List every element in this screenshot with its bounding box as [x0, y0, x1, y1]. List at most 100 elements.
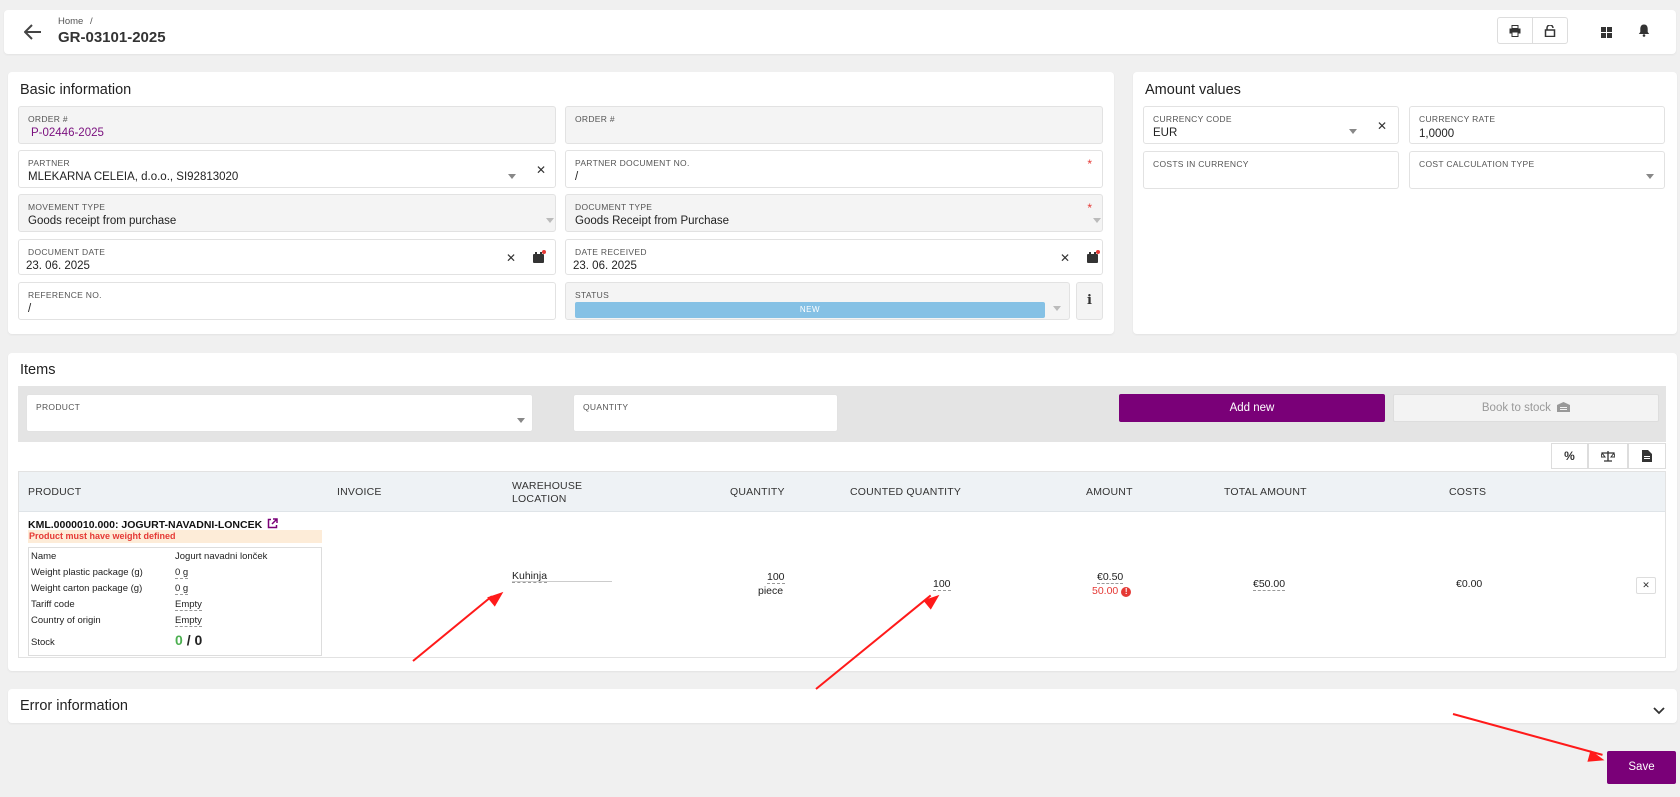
column-warehouse-1[interactable]: WAREHOUSE — [512, 480, 582, 492]
document-type-chevron-down-icon[interactable] — [1093, 218, 1101, 223]
document-date-label: DOCUMENT DATE — [28, 247, 106, 257]
status-select[interactable]: STATUS NEW — [565, 282, 1070, 320]
currency-code-value: EUR — [1153, 127, 1178, 139]
required-marker: * — [1087, 157, 1092, 171]
cost-calculation-type-label: COST CALCULATION TYPE — [1419, 159, 1535, 169]
document-date-field[interactable]: DOCUMENT DATE 23. 06. 2025 ✕ — [18, 239, 556, 275]
order-label-2: ORDER # — [575, 114, 615, 124]
chevron-down-icon[interactable] — [1653, 702, 1665, 715]
status-label: STATUS — [575, 290, 610, 300]
reference-no-field[interactable]: REFERENCE NO. / — [18, 282, 556, 320]
stock-available: 0 — [175, 632, 183, 648]
partner-chevron-down-icon[interactable] — [508, 174, 516, 179]
cost-calculation-type-select[interactable]: COST CALCULATION TYPE — [1409, 151, 1665, 189]
partner-document-value: / — [575, 171, 579, 183]
detail-name: Name — [31, 551, 56, 562]
items-card: Items PRODUCT QUANTITY Add new Book to s… — [8, 353, 1677, 671]
order-field-2[interactable]: ORDER # — [565, 106, 1103, 144]
scale-button[interactable] — [1588, 443, 1628, 469]
percent-button[interactable]: % — [1551, 443, 1588, 469]
movement-chevron-down-icon[interactable] — [546, 218, 554, 223]
amount-value[interactable]: €0.50 — [1097, 571, 1124, 584]
document-type-value: Goods Receipt from Purchase — [575, 215, 730, 227]
remove-row-button[interactable]: ✕ — [1636, 577, 1656, 594]
amount-values-card: Amount values CURRENCY CODE EUR ✕ CURREN… — [1133, 72, 1677, 334]
quantity-value[interactable]: 100 — [767, 571, 785, 584]
column-amount[interactable]: AMOUNT — [1086, 486, 1133, 498]
document-type-select[interactable]: DOCUMENT TYPE * Goods Receipt from Purch… — [565, 194, 1103, 232]
detail-value[interactable]: Empty — [175, 599, 202, 611]
document-date-clear-icon[interactable]: ✕ — [506, 251, 516, 265]
back-arrow-icon[interactable] — [23, 24, 42, 40]
total-amount-value[interactable]: €50.00 — [1253, 578, 1286, 591]
column-counted-quantity[interactable]: COUNTED QUANTITY — [850, 486, 961, 498]
column-invoice[interactable]: INVOICE — [337, 486, 382, 498]
currency-rate-field[interactable]: CURRENCY RATE 1,0000 — [1409, 106, 1665, 144]
date-received-field[interactable]: DATE RECEIVED 23. 06. 2025 ✕ — [565, 239, 1103, 275]
document-date-value[interactable]: 23. 06. 2025 — [26, 260, 90, 272]
quantity-input[interactable]: QUANTITY — [573, 394, 838, 432]
column-quantity[interactable]: QUANTITY — [730, 486, 785, 498]
currency-clear-icon[interactable]: ✕ — [1377, 119, 1387, 133]
cost-calc-chevron-down-icon[interactable] — [1646, 174, 1654, 179]
stock-separator: / — [186, 632, 191, 648]
calendar-icon[interactable] — [1087, 250, 1100, 263]
detail-key: Tariff code — [31, 599, 75, 610]
warehouse-location-input[interactable]: Kuhinja — [512, 566, 612, 583]
costs-value: €0.00 — [1456, 578, 1483, 590]
detail-value: Jogurt navadni lonček — [175, 551, 268, 562]
order-value[interactable]: P-02446-2025 — [31, 127, 104, 139]
document-type-label: DOCUMENT TYPE — [575, 202, 653, 212]
breadcrumb-home[interactable]: Home — [58, 16, 83, 27]
movement-type-select[interactable]: MOVEMENT TYPE Goods receipt from purchas… — [18, 194, 556, 232]
status-chevron-down-icon[interactable] — [1053, 306, 1061, 311]
error-information-title: Error information — [20, 698, 128, 714]
bell-icon[interactable] — [1638, 24, 1650, 37]
counted-quantity-value[interactable]: 100 — [933, 578, 951, 591]
top-bar: Home / GR-03101-2025 — [4, 10, 1676, 54]
detail-value[interactable]: 0 g — [175, 567, 189, 579]
quantity-label: QUANTITY — [583, 402, 629, 412]
layout-grid-icon[interactable] — [1601, 25, 1612, 38]
costs-in-currency-field[interactable]: COSTS IN CURRENCY — [1143, 151, 1399, 189]
column-total-amount[interactable]: TOTAL AMOUNT — [1224, 486, 1307, 498]
partner-label: PARTNER — [28, 158, 70, 168]
date-received-value[interactable]: 23. 06. 2025 — [573, 260, 637, 272]
date-received-clear-icon[interactable]: ✕ — [1060, 251, 1070, 265]
order-field-1[interactable]: ORDER # P-02446-2025 — [18, 106, 556, 144]
product-chevron-down-icon[interactable] — [517, 418, 525, 423]
costs-in-currency-label: COSTS IN CURRENCY — [1153, 159, 1249, 169]
amount-alt: 50.00 ! — [1092, 585, 1132, 597]
breadcrumb-separator: / — [89, 16, 93, 27]
error-information-panel[interactable]: Error information — [8, 689, 1677, 723]
column-costs[interactable]: COSTS — [1449, 486, 1486, 498]
currency-code-select[interactable]: CURRENCY CODE EUR ✕ — [1143, 106, 1399, 144]
partner-document-field[interactable]: PARTNER DOCUMENT NO. * / — [565, 150, 1103, 188]
currency-code-label: CURRENCY CODE — [1153, 114, 1232, 124]
status-info-icon[interactable]: i — [1076, 282, 1103, 320]
movement-type-label: MOVEMENT TYPE — [28, 202, 106, 212]
column-product[interactable]: PRODUCT — [28, 486, 81, 498]
reference-no-label: REFERENCE NO. — [28, 290, 102, 300]
currency-chevron-down-icon[interactable] — [1349, 129, 1357, 134]
detail-value[interactable]: 0 g — [175, 583, 189, 595]
page-title: GR-03101-2025 — [58, 29, 166, 46]
product-select[interactable]: PRODUCT — [26, 394, 533, 432]
unlock-button[interactable] — [1532, 17, 1568, 44]
document-export-button[interactable] — [1628, 443, 1666, 469]
print-button[interactable] — [1497, 17, 1533, 44]
unlock-icon — [1544, 24, 1556, 37]
book-to-stock-button[interactable]: Book to stock — [1393, 394, 1659, 422]
partner-select[interactable]: PARTNER MLEKARNA CELEIA, d.o.o., SI92813… — [18, 150, 556, 188]
add-new-button[interactable]: Add new — [1119, 394, 1385, 422]
calendar-icon[interactable] — [533, 250, 546, 263]
save-button[interactable]: Save — [1607, 751, 1676, 784]
stock-total: 0 — [194, 632, 203, 648]
detail-value[interactable]: Empty — [175, 615, 202, 627]
items-title: Items — [20, 362, 56, 378]
alert-info-icon[interactable]: ! — [1121, 587, 1132, 597]
column-warehouse-2[interactable]: LOCATION — [512, 493, 567, 505]
partner-clear-icon[interactable]: ✕ — [536, 163, 546, 177]
items-table: PRODUCT INVOICE WAREHOUSE LOCATION QUANT… — [18, 471, 1666, 658]
external-link-icon[interactable] — [267, 518, 278, 529]
